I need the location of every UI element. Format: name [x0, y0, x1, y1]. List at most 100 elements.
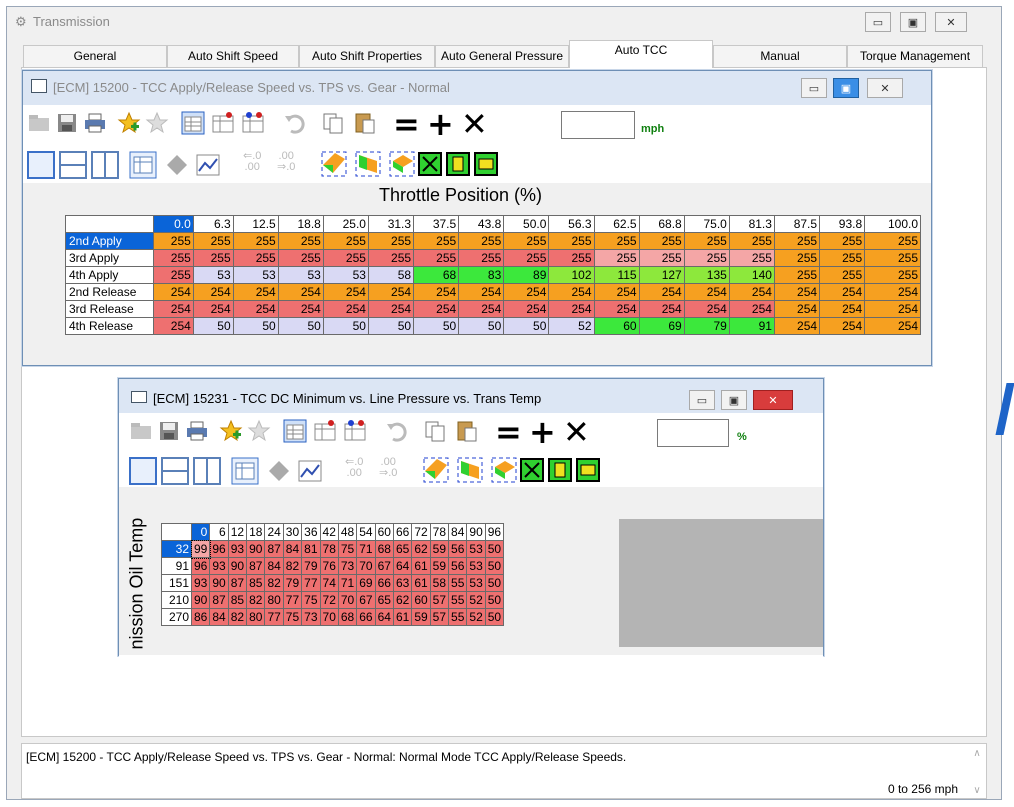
table-cell[interactable]: 255 [413, 232, 460, 250]
table-cell[interactable]: 59 [429, 540, 450, 558]
table-cell[interactable]: 67 [356, 591, 376, 609]
column-header[interactable]: 100.0 [864, 215, 921, 233]
table-cell[interactable]: 255 [683, 232, 730, 250]
table-cell[interactable]: 59 [429, 557, 450, 575]
table-cell[interactable]: 254 [413, 300, 460, 318]
table-cell[interactable]: 80 [264, 591, 284, 609]
table-cell[interactable]: 254 [638, 300, 685, 318]
table-cell[interactable]: 73 [301, 608, 321, 626]
row-header[interactable]: 2nd Release [65, 283, 154, 301]
table-cell[interactable]: 59 [411, 608, 431, 626]
table-cell[interactable]: 63 [392, 574, 413, 592]
table-cell[interactable]: 50 [277, 317, 324, 335]
table-cell[interactable]: 255 [819, 266, 866, 284]
tab-manual[interactable]: Manual [713, 45, 847, 67]
layout-split-v-icon[interactable] [193, 457, 221, 488]
table-cell[interactable]: 69 [356, 574, 376, 592]
table-cell[interactable]: 254 [322, 300, 369, 318]
table-cell[interactable]: 82 [282, 557, 303, 575]
color-3d-icon[interactable] [423, 457, 449, 486]
column-header[interactable]: 25.0 [322, 215, 369, 233]
folder-icon[interactable] [129, 419, 153, 446]
column-header[interactable]: 81.3 [728, 215, 775, 233]
table-cell[interactable]: 93 [190, 574, 211, 592]
table-cell[interactable]: 254 [232, 300, 279, 318]
table-cell[interactable]: 135 [683, 266, 730, 284]
table-cell[interactable]: 64 [392, 557, 413, 575]
decimal-inc-icon[interactable]: .00 ⇒.0 [379, 457, 397, 479]
table-cell[interactable]: 50 [484, 591, 505, 609]
table-cell[interactable]: 255 [773, 232, 821, 250]
scroll-down-icon[interactable]: ∨ [968, 785, 986, 796]
equals-icon[interactable]: = [495, 416, 522, 448]
table-cell[interactable]: 254 [367, 283, 415, 301]
favorite-add-icon[interactable] [219, 419, 243, 446]
table-cell[interactable]: 255 [322, 232, 369, 250]
row-header[interactable]: 3rd Apply [65, 249, 154, 267]
color-left-icon[interactable] [355, 151, 381, 180]
column-header[interactable]: 60 [374, 523, 394, 541]
minimize-button[interactable]: ▭ [865, 12, 891, 32]
layout-split-h-icon[interactable] [59, 151, 87, 182]
maximize-button[interactable]: ▣ [900, 12, 926, 32]
table-cell[interactable]: 82 [227, 608, 248, 626]
table-cell[interactable]: 255 [548, 232, 595, 250]
table-cell[interactable]: 71 [337, 574, 358, 592]
table-view-icon[interactable] [181, 111, 205, 138]
table-cell[interactable]: 254 [593, 283, 640, 301]
undo-icon[interactable] [283, 111, 307, 138]
save-icon[interactable] [55, 111, 79, 138]
table-cell[interactable]: 75 [337, 540, 358, 558]
table-cell[interactable]: 255 [192, 232, 234, 250]
table-cell[interactable]: 68 [374, 540, 394, 558]
row-header[interactable]: 270 [161, 608, 192, 626]
table-cell[interactable]: 254 [413, 283, 460, 301]
table-cell[interactable]: 66 [374, 574, 394, 592]
column-header[interactable]: 12 [227, 523, 248, 541]
table-cell[interactable]: 255 [232, 249, 279, 267]
table-cell[interactable]: 93 [209, 557, 229, 575]
table-cell[interactable]: 81 [301, 540, 321, 558]
color-left-icon[interactable] [457, 457, 483, 486]
column-header[interactable]: 68.8 [638, 215, 685, 233]
table-cell[interactable]: 53 [466, 557, 486, 575]
table-cell[interactable]: 255 [153, 266, 194, 284]
table-cell[interactable]: 85 [227, 591, 248, 609]
table-cell[interactable]: 255 [638, 249, 685, 267]
table-cell[interactable]: 50 [192, 317, 234, 335]
table-cell[interactable]: 72 [319, 591, 339, 609]
table-cell[interactable]: 61 [392, 608, 413, 626]
table-cell[interactable]: 60 [411, 591, 431, 609]
table-cell[interactable]: 254 [192, 283, 234, 301]
table-cell[interactable]: 254 [277, 300, 324, 318]
color-bottom-icon[interactable] [389, 151, 415, 180]
column-header[interactable]: 42 [319, 523, 339, 541]
table-cell[interactable]: 254 [864, 317, 921, 335]
table-cell[interactable]: 73 [337, 557, 358, 575]
table-cell[interactable]: 254 [503, 283, 550, 301]
table-cell[interactable]: 58 [367, 266, 415, 284]
table-cell[interactable]: 90 [227, 557, 248, 575]
table-cell[interactable]: 84 [264, 557, 284, 575]
table-cell[interactable]: 52 [548, 317, 595, 335]
table-cell[interactable]: 60 [593, 317, 640, 335]
table-cell[interactable]: 70 [356, 557, 376, 575]
table-cell[interactable]: 53 [466, 540, 486, 558]
color-3d-icon[interactable] [321, 151, 347, 180]
column-header[interactable]: 0 [190, 523, 211, 541]
copy-icon[interactable] [423, 419, 447, 446]
window2-maximize-button[interactable]: ▣ [721, 390, 747, 410]
table-cell[interactable]: 79 [301, 557, 321, 575]
tab-auto-shift-speed[interactable]: Auto Shift Speed [167, 45, 299, 67]
table-cell[interactable]: 77 [264, 608, 284, 626]
table-cell[interactable]: 255 [153, 249, 194, 267]
plus-icon[interactable]: + [529, 416, 556, 448]
window2-close-button[interactable]: ✕ [753, 390, 793, 410]
table-cell[interactable]: 74 [319, 574, 339, 592]
table-cell[interactable]: 87 [209, 591, 229, 609]
table-cell[interactable]: 91 [728, 317, 775, 335]
table-cell[interactable]: 50 [232, 317, 279, 335]
table-cell[interactable]: 50 [484, 574, 505, 592]
table-cell[interactable]: 254 [232, 283, 279, 301]
table-cell[interactable]: 65 [392, 540, 413, 558]
